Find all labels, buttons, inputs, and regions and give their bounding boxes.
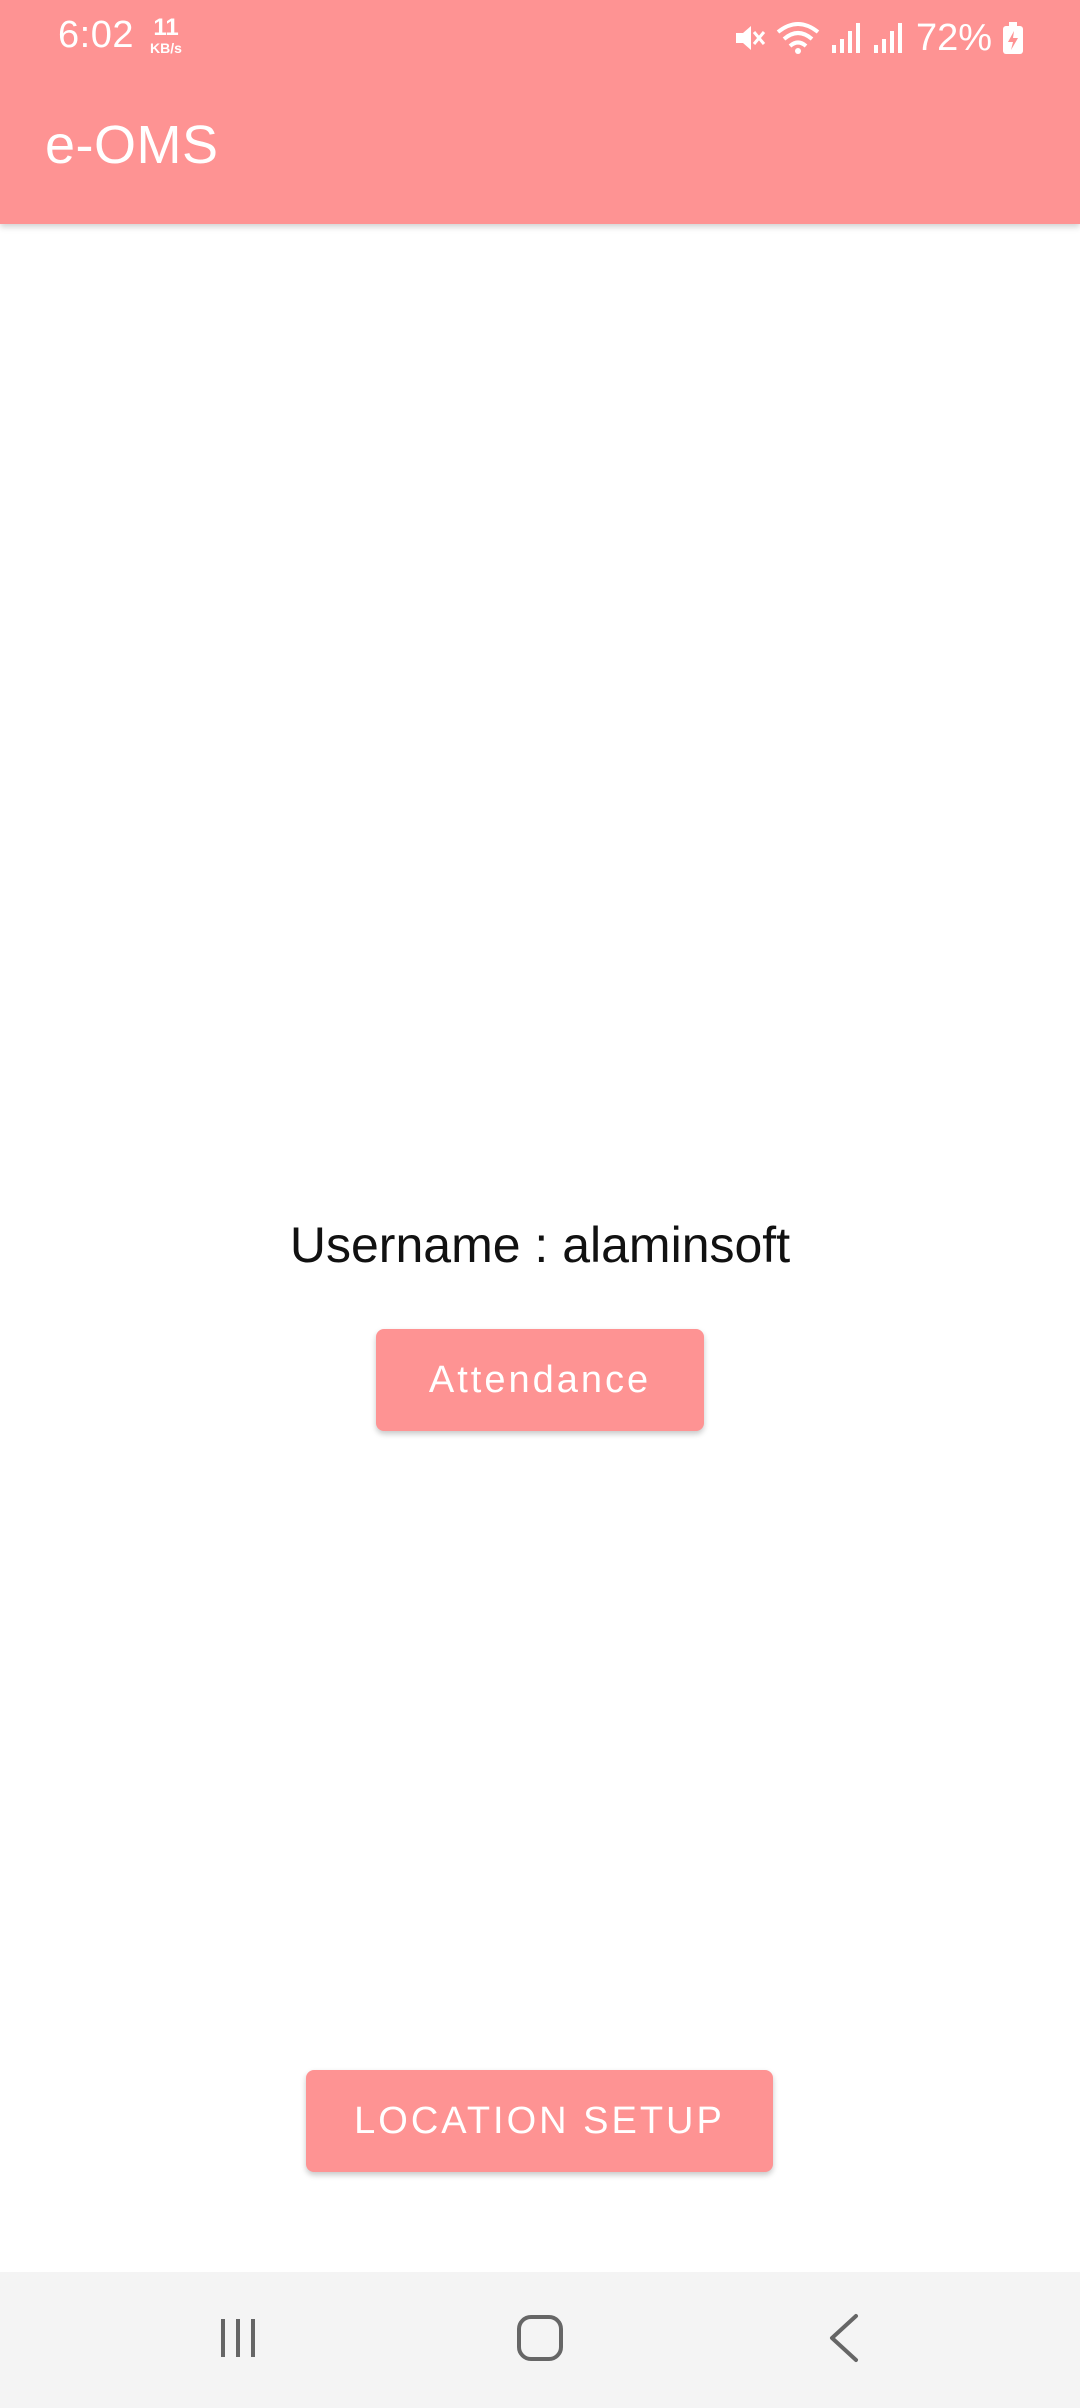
attendance-button[interactable]: Attendance xyxy=(376,1329,704,1431)
signal-icon xyxy=(872,21,904,55)
screen: 6:02 11 KB/s 72% e-OMS Username: alamin… xyxy=(0,0,1080,2408)
username-label: Username : alaminsoft xyxy=(289,1217,791,1273)
home-icon xyxy=(515,2313,565,2368)
signal-icon xyxy=(830,21,862,55)
mute-icon xyxy=(732,21,766,55)
app-title: e-OMS xyxy=(45,115,219,175)
status-time: 6:02 xyxy=(58,14,134,56)
network-speed-unit: KB/s xyxy=(150,40,182,56)
battery-icon xyxy=(1002,21,1024,55)
app-bar: e-OMS xyxy=(0,76,1080,224)
back-icon xyxy=(824,2313,864,2368)
navigation-bar xyxy=(0,2272,1080,2408)
top-bar: 6:02 11 KB/s 72% e-OMS xyxy=(0,0,1080,224)
network-speed-value: 11 xyxy=(153,14,179,41)
battery-percent: 72% xyxy=(915,16,992,59)
location-setup-button[interactable]: LOCATION SETUP xyxy=(306,2070,773,2172)
recents-icon xyxy=(215,2315,261,2366)
recents-button[interactable] xyxy=(198,2300,278,2380)
wifi-icon xyxy=(776,20,820,56)
status-bar: 6:02 11 KB/s 72% xyxy=(0,0,1080,76)
network-speed: 11 KB/s xyxy=(144,14,188,56)
home-button[interactable] xyxy=(500,2300,580,2380)
back-button[interactable] xyxy=(804,2300,884,2380)
status-icons: 72% xyxy=(732,16,1024,60)
